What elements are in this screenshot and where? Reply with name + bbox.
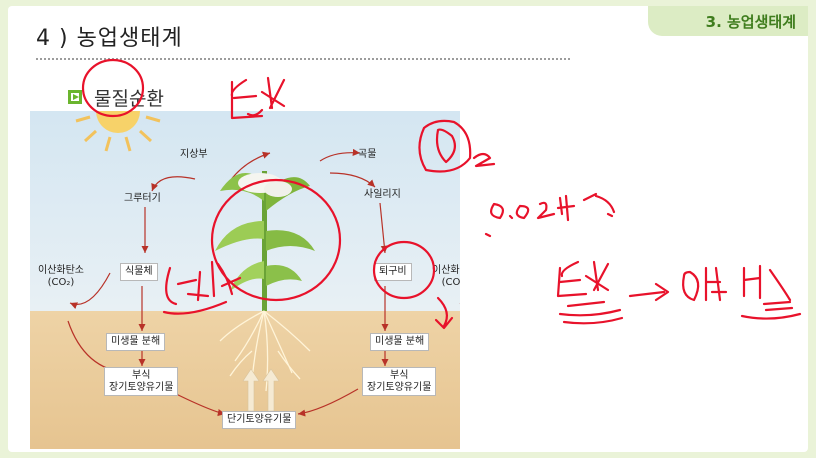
- circle-annotation-material: [81, 58, 145, 118]
- underline-emit: [740, 312, 802, 320]
- circle-annotation-compost: [372, 240, 436, 300]
- handwriting-0-034-percent: [484, 192, 616, 238]
- handwriting-photosynthesis: [165, 260, 242, 306]
- arrow-right-annotation: [628, 282, 670, 302]
- handwriting-co2: [418, 119, 496, 173]
- underline-carbon: [558, 308, 624, 325]
- handwriting-carbon-1: [230, 76, 286, 120]
- arrow-annotation: [434, 296, 454, 330]
- handwriting-carbon-2: [556, 260, 610, 308]
- handwritten-annotations: [81, 58, 802, 330]
- handwriting-emit-2: [742, 264, 794, 312]
- handwriting-emit-1: [682, 266, 728, 302]
